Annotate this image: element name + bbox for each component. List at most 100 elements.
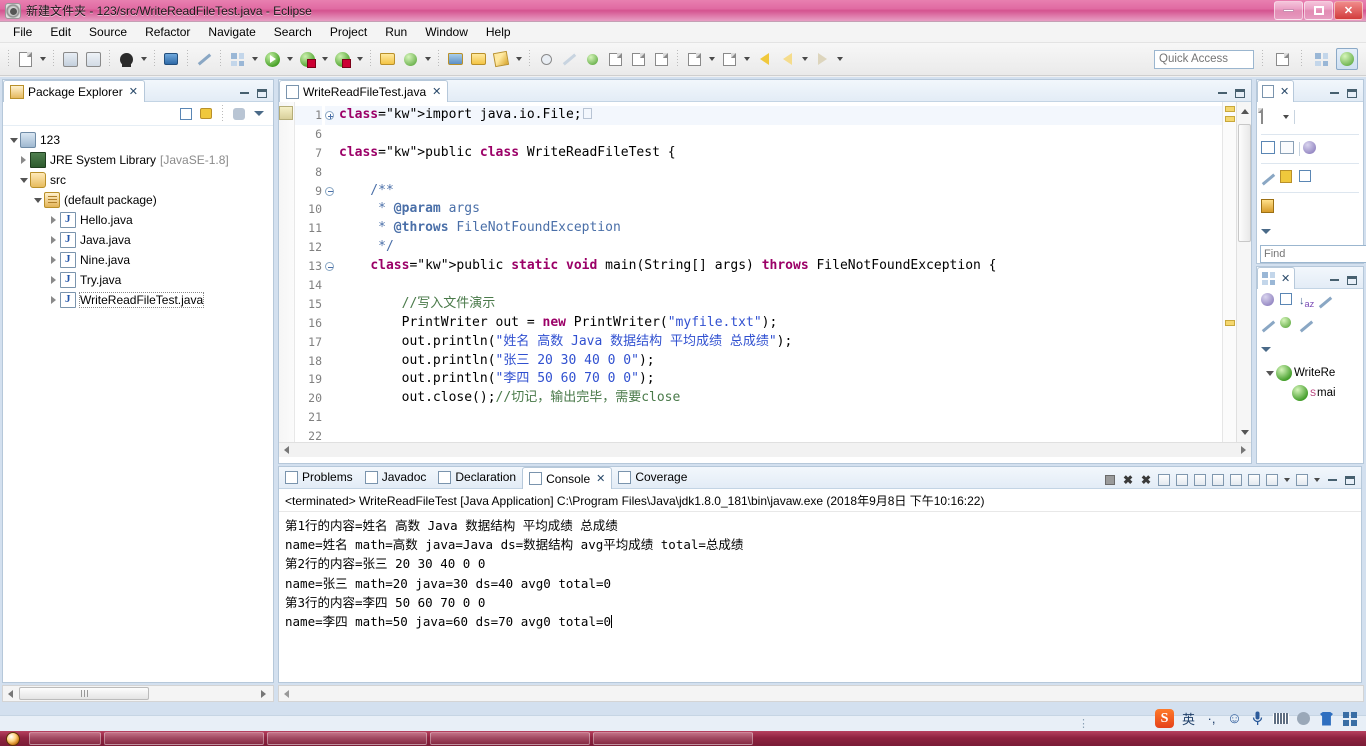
new-java-project-icon[interactable]	[376, 48, 398, 70]
outline-tree[interactable]: WriteRe Smai	[1257, 361, 1363, 403]
scheduled-presentation-icon[interactable]	[1280, 141, 1296, 157]
tree-item-nine-java[interactable]: Nine.java	[3, 250, 273, 270]
close-icon[interactable]: ✕	[1281, 272, 1290, 285]
tab-writereadfiletest-java[interactable]: WriteReadFileTest.java ✕	[279, 80, 449, 102]
java-browsing-perspective-icon[interactable]	[1310, 48, 1332, 70]
minimize-view-button[interactable]	[1326, 85, 1342, 101]
menu-window[interactable]: Window	[416, 23, 477, 41]
menu-edit[interactable]: Edit	[41, 23, 80, 41]
editor-horizontal-scrollbar[interactable]	[279, 442, 1251, 457]
skip-breakpoints-icon[interactable]	[558, 48, 580, 70]
hide-static-icon[interactable]	[1261, 317, 1277, 333]
code-line[interactable]	[339, 276, 1222, 295]
toggle-mark-dropdown-icon[interactable]	[706, 48, 717, 70]
code-line[interactable]: class="kw">public static void main(Strin…	[339, 257, 1222, 276]
maximize-view-button[interactable]	[1344, 85, 1360, 101]
console-icon[interactable]	[160, 48, 182, 70]
tab-task-list[interactable]: ✕	[1257, 80, 1295, 102]
close-icon[interactable]: ✕	[129, 85, 138, 98]
twisty-expanded-icon[interactable]	[1263, 363, 1276, 383]
close-icon[interactable]: ✕	[432, 85, 441, 98]
code-line[interactable]: /**	[339, 182, 1222, 201]
taskbar-item[interactable]	[267, 732, 427, 745]
display-selected-console-icon[interactable]	[1264, 472, 1280, 488]
open-perspective-icon[interactable]	[1271, 48, 1293, 70]
forward-dropdown-icon[interactable]	[834, 48, 845, 70]
minimize-view-button[interactable]	[236, 85, 252, 101]
package-explorer-horizontal-scrollbar[interactable]	[2, 685, 274, 702]
maximize-view-button[interactable]	[254, 85, 270, 101]
view-menu-icon[interactable]	[1261, 223, 1277, 239]
code-line[interactable]: out.println("姓名 高数 Java 数据结构 平均成绩 总成绩");	[339, 333, 1222, 352]
maximize-button[interactable]	[1304, 1, 1333, 20]
maximize-view-button[interactable]	[1344, 272, 1360, 288]
microphone-icon[interactable]	[1249, 710, 1266, 727]
tree-item-writereadfiletest-java[interactable]: WriteReadFileTest.java	[3, 290, 273, 310]
code-line[interactable]: out.println("张三 20 30 40 0 0");	[339, 352, 1222, 371]
code-line[interactable]	[339, 125, 1222, 144]
twisty-expanded-icon[interactable]	[17, 170, 30, 190]
maximize-view-button[interactable]	[1232, 85, 1248, 101]
save-all-icon[interactable]	[82, 48, 104, 70]
soft-keyboard-icon[interactable]	[1272, 710, 1289, 727]
code-line[interactable]: out.close();//切记，输出完毕，需要close	[339, 389, 1222, 408]
coverage-dropdown-icon[interactable]	[354, 48, 365, 70]
new-task-dropdown-icon[interactable]	[1280, 106, 1291, 128]
scroll-right-arrow[interactable]	[256, 689, 271, 698]
sort-icon[interactable]: ↓az	[1299, 293, 1315, 309]
focus-on-workweek-icon[interactable]	[1261, 170, 1277, 186]
twisty-collapsed-icon[interactable]	[47, 270, 60, 290]
tab-problems[interactable]: Problems	[279, 466, 359, 488]
hide-fields-icon[interactable]	[1318, 293, 1334, 309]
previous-edit-icon[interactable]	[627, 48, 649, 70]
menu-navigate[interactable]: Navigate	[199, 23, 264, 41]
scroll-left-arrow[interactable]	[279, 689, 294, 698]
menu-project[interactable]: Project	[321, 23, 376, 41]
link-break-icon[interactable]	[193, 48, 215, 70]
back-icon[interactable]	[753, 48, 775, 70]
outline-item-mai[interactable]: Smai	[1257, 383, 1363, 403]
taskbar-item[interactable]	[29, 732, 101, 745]
scroll-down-arrow[interactable]	[1237, 425, 1251, 440]
print-dropdown-icon[interactable]	[138, 48, 149, 70]
twisty-collapsed-icon[interactable]	[47, 250, 60, 270]
show-console-on-output-icon[interactable]	[1210, 472, 1226, 488]
tree-item-src[interactable]: src	[3, 170, 273, 190]
debug-dropdown-icon[interactable]	[319, 48, 330, 70]
run-dropdown-icon[interactable]	[284, 48, 295, 70]
search-icon[interactable]	[535, 48, 557, 70]
tab-package-explorer[interactable]: Package Explorer ✕	[3, 80, 145, 102]
twisty-collapsed-icon[interactable]	[17, 150, 30, 170]
package-explorer-tree[interactable]: 123 JRE System Library [JavaSE-1.8] src (def…	[3, 126, 273, 310]
code-line[interactable]: */	[339, 238, 1222, 257]
tab-coverage[interactable]: Coverage	[612, 466, 693, 488]
minimize-view-button[interactable]	[1214, 85, 1230, 101]
menu-search[interactable]: Search	[265, 23, 321, 41]
pen-icon[interactable]	[490, 48, 512, 70]
annotation-gutter[interactable]	[279, 102, 295, 442]
minimize-button[interactable]	[1274, 1, 1303, 20]
fold-toggle-icon[interactable]	[325, 106, 339, 125]
categorized-presentation-icon[interactable]	[1261, 141, 1277, 157]
tree-item-try-java[interactable]: Try.java	[3, 270, 273, 290]
coverage-icon[interactable]	[331, 48, 353, 70]
external-tools-dropdown-icon[interactable]	[249, 48, 260, 70]
toggle-mark-icon[interactable]	[650, 48, 672, 70]
menu-run[interactable]: Run	[376, 23, 416, 41]
windows-start-orb[interactable]	[0, 731, 26, 746]
view-menu-icon[interactable]	[1261, 341, 1277, 357]
scroll-right-arrow[interactable]	[1236, 443, 1251, 458]
tree-item-java-java[interactable]: Java.java	[3, 230, 273, 250]
new-dropdown-icon[interactable]	[37, 48, 48, 70]
user-icon[interactable]	[1295, 710, 1312, 727]
scroll-up-arrow[interactable]	[1237, 104, 1251, 119]
scrollbar-thumb[interactable]	[1238, 124, 1251, 242]
quick-access-input[interactable]	[1154, 49, 1254, 69]
back-history-icon[interactable]	[718, 48, 740, 70]
sogou-input-icon[interactable]: S	[1155, 709, 1174, 728]
tab-declaration[interactable]: Declaration	[432, 466, 522, 488]
open-type-icon[interactable]	[444, 48, 466, 70]
close-icon[interactable]: ✕	[1280, 85, 1289, 98]
pin-console-icon[interactable]	[1246, 472, 1262, 488]
scrollbar-thumb[interactable]	[19, 687, 149, 700]
